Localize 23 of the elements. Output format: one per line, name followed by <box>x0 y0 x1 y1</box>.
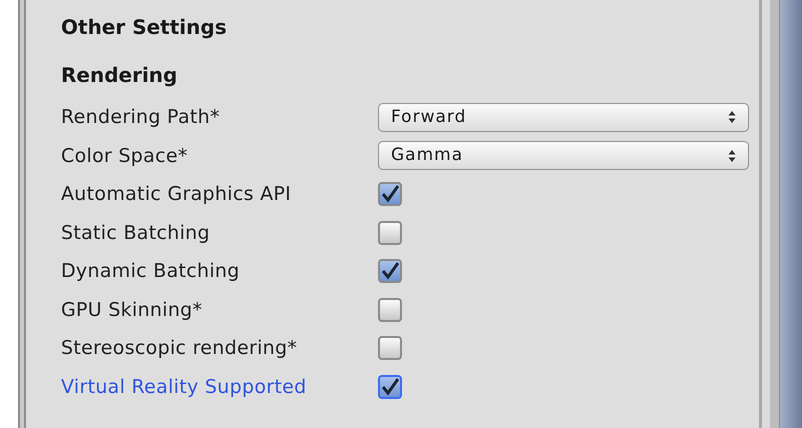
section-title: Other Settings <box>61 14 228 41</box>
checkmark-icon <box>381 378 399 396</box>
checkbox[interactable] <box>378 336 402 360</box>
setting-label: Stereoscopic rendering* <box>61 336 298 361</box>
checkbox[interactable] <box>378 374 402 399</box>
setting-label: GPU Skinning* <box>61 298 204 322</box>
group-title: Rendering <box>61 62 178 89</box>
checkbox[interactable] <box>378 259 402 284</box>
up-down-arrows-icon <box>728 148 736 163</box>
checkbox[interactable] <box>378 298 402 322</box>
checkmark-icon <box>381 262 399 280</box>
checkbox[interactable] <box>378 182 402 206</box>
dropdown[interactable]: Gamma <box>378 141 749 170</box>
setting-label: Automatic Graphics API <box>61 182 292 207</box>
checkbox[interactable] <box>378 220 402 245</box>
setting-label: Virtual Reality Supported <box>61 374 308 400</box>
setting-label: Rendering Path* <box>61 105 221 130</box>
checkmark-icon <box>381 185 399 204</box>
up-down-arrows-icon <box>728 110 736 124</box>
setting-label: Dynamic Batching <box>61 259 241 284</box>
setting-label: Color Space* <box>61 144 189 168</box>
dropdown[interactable]: Forward <box>378 102 749 132</box>
setting-label: Static Batching <box>61 220 211 246</box>
